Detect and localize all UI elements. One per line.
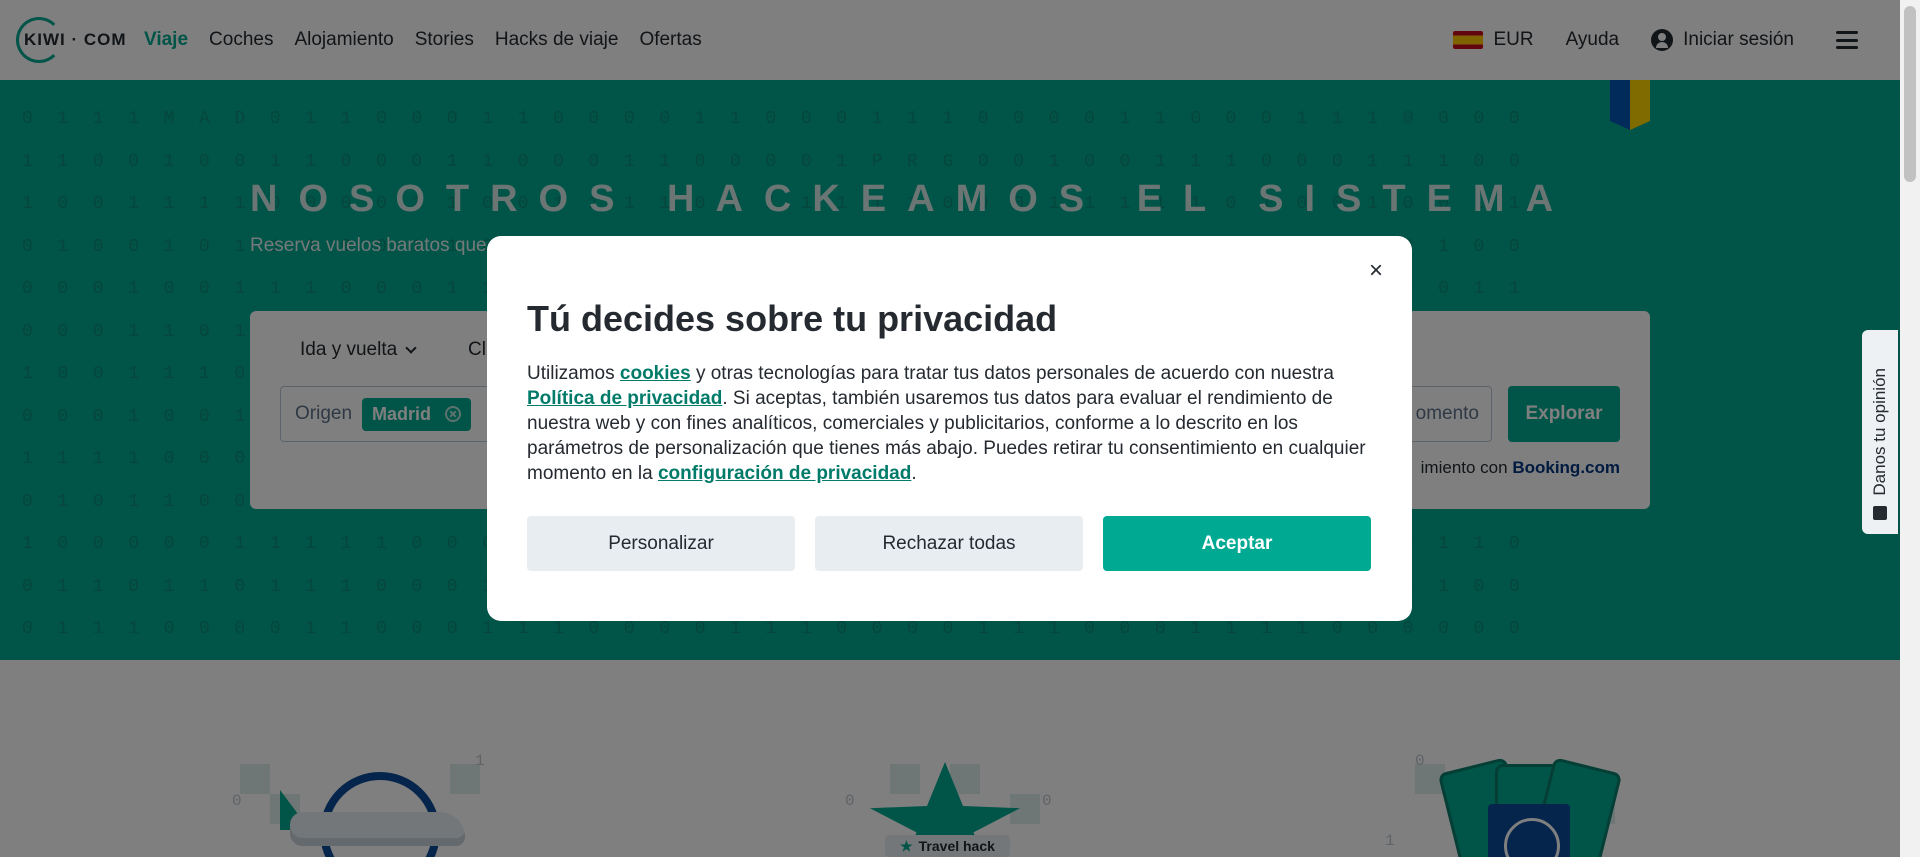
body-text-4: . xyxy=(911,463,917,484)
accept-button[interactable]: Aceptar xyxy=(1103,516,1371,571)
dialog-body: Utilizamos cookies y otras tecnologías p… xyxy=(527,361,1372,486)
feedback-tab[interactable]: Danos tu opinión xyxy=(1862,330,1898,534)
reject-all-button[interactable]: Rechazar todas xyxy=(815,516,1083,571)
chat-icon xyxy=(1873,506,1887,520)
customize-button[interactable]: Personalizar xyxy=(527,516,795,571)
privacy-policy-link[interactable]: Política de privacidad xyxy=(527,388,722,409)
privacy-settings-link[interactable]: configuración de privacidad xyxy=(658,463,911,484)
body-text-1: Utilizamos xyxy=(527,363,620,384)
page-scrollbar[interactable] xyxy=(1900,0,1920,857)
privacy-consent-dialog: × Tú decides sobre tu privacidad Utiliza… xyxy=(487,236,1412,621)
cookies-link[interactable]: cookies xyxy=(620,363,691,384)
dialog-actions: Personalizar Rechazar todas Aceptar xyxy=(527,516,1371,571)
feedback-label: Danos tu opinión xyxy=(1870,368,1889,496)
scrollbar-thumb[interactable] xyxy=(1904,6,1916,182)
dialog-title: Tú decides sobre tu privacidad xyxy=(527,298,1058,339)
close-icon[interactable]: × xyxy=(1366,259,1386,283)
body-text-2: y otras tecnologías para tratar tus dato… xyxy=(690,363,1334,384)
